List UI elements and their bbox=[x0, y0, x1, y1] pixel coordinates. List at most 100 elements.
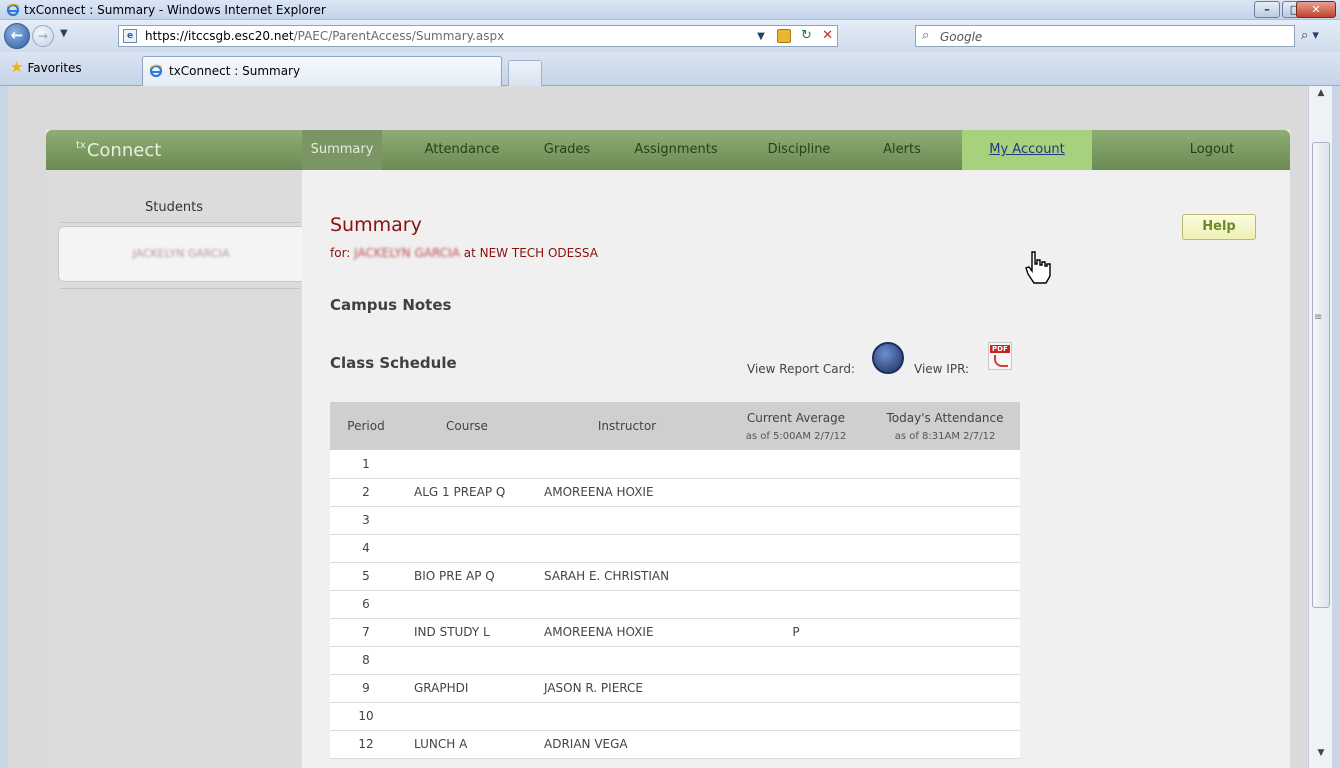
cell-period: 12 bbox=[330, 730, 402, 759]
cell-instructor: SARAH E. CHRISTIAN bbox=[532, 562, 722, 591]
nav-logout[interactable]: Logout bbox=[1172, 130, 1252, 170]
search-go-icon[interactable]: ⌕ ▾ bbox=[1301, 28, 1319, 43]
view-report-card-label: View Report Card: bbox=[747, 362, 855, 376]
url-text[interactable]: https://itccsgb.esc20.net/PAEC/ParentAcc… bbox=[145, 29, 504, 43]
cell-average bbox=[722, 646, 870, 675]
close-button[interactable]: ✕ bbox=[1296, 1, 1336, 18]
page-viewport: txConnect Summary Attendance Grades Assi… bbox=[8, 86, 1308, 768]
student-sidebar: Students JACKELYN GARCIA bbox=[46, 170, 304, 768]
header-course[interactable]: Course bbox=[402, 402, 532, 450]
cell-average bbox=[722, 534, 870, 563]
tab-ie-icon bbox=[149, 64, 163, 78]
star-icon: ★ bbox=[10, 58, 24, 76]
cell-attendance bbox=[870, 450, 1020, 479]
cell-average bbox=[722, 730, 870, 759]
cell-attendance bbox=[870, 702, 1020, 731]
address-dropdown-icon[interactable]: ▼ bbox=[757, 31, 765, 42]
header-instructor[interactable]: Instructor bbox=[532, 402, 722, 450]
page-icon: e bbox=[123, 29, 137, 43]
cell-attendance bbox=[870, 506, 1020, 535]
window-title-bar: txConnect : Summary - Windows Internet E… bbox=[0, 0, 1340, 20]
table-header-row: Period Course Instructor Current Average… bbox=[330, 402, 1020, 450]
cell-attendance bbox=[870, 646, 1020, 675]
cell-instructor bbox=[532, 450, 722, 479]
cell-attendance bbox=[870, 674, 1020, 703]
search-box[interactable]: ⌕ Google bbox=[915, 25, 1295, 47]
cell-attendance bbox=[870, 478, 1020, 507]
scroll-grip-icon: ≡ bbox=[1314, 312, 1323, 323]
view-ipr-label: View IPR: bbox=[914, 362, 970, 376]
minimize-button[interactable]: – bbox=[1254, 1, 1280, 18]
page-title: Summary bbox=[330, 214, 422, 236]
cell-period: 4 bbox=[330, 534, 402, 563]
lock-icon[interactable] bbox=[776, 28, 791, 43]
cell-average bbox=[722, 478, 870, 507]
browser-tab[interactable]: txConnect : Summary bbox=[142, 56, 502, 86]
cell-period: 9 bbox=[330, 674, 402, 703]
refresh-icon[interactable]: ↻ bbox=[801, 28, 812, 43]
divider bbox=[60, 288, 300, 289]
header-period[interactable]: Period bbox=[330, 402, 402, 450]
scroll-up-icon[interactable]: ▲ bbox=[1309, 88, 1333, 106]
help-button[interactable]: Help bbox=[1182, 214, 1256, 240]
cell-period: 1 bbox=[330, 450, 402, 479]
cell-average bbox=[722, 562, 870, 591]
table-row: 1 bbox=[330, 450, 1020, 479]
hand-cursor-icon bbox=[1025, 251, 1051, 284]
summary-content: Summary for: JACKELYN GARCIA at NEW TECH… bbox=[302, 170, 1290, 768]
cell-average: P bbox=[722, 618, 870, 647]
nav-alerts[interactable]: Alerts bbox=[862, 130, 942, 170]
table-row: 5 BIO PRE AP Q SARAH E. CHRISTIAN bbox=[330, 562, 1020, 591]
nav-summary[interactable]: Summary bbox=[302, 130, 382, 170]
scroll-down-icon[interactable]: ▼ bbox=[1309, 748, 1333, 766]
cell-period: 6 bbox=[330, 590, 402, 619]
cell-average bbox=[722, 450, 870, 479]
student-selector[interactable]: JACKELYN GARCIA bbox=[58, 226, 304, 282]
history-dropdown-icon[interactable]: ▼ bbox=[60, 28, 68, 39]
cell-course bbox=[402, 450, 532, 479]
cell-course bbox=[402, 506, 532, 535]
app-nav-bar: txConnect Summary Attendance Grades Assi… bbox=[46, 130, 1290, 170]
ie-icon bbox=[6, 3, 20, 17]
cell-average bbox=[722, 506, 870, 535]
cell-instructor bbox=[532, 534, 722, 563]
cell-period: 2 bbox=[330, 478, 402, 507]
nav-grades[interactable]: Grades bbox=[532, 130, 602, 170]
window-title: txConnect : Summary - Windows Internet E… bbox=[24, 3, 326, 17]
cell-period: 7 bbox=[330, 618, 402, 647]
cell-instructor bbox=[532, 702, 722, 731]
header-average[interactable]: Current Average as of 5:00AM 2/7/12 bbox=[722, 402, 870, 450]
new-tab-button[interactable] bbox=[508, 60, 542, 86]
cell-instructor bbox=[532, 646, 722, 675]
cell-course bbox=[402, 590, 532, 619]
nav-discipline[interactable]: Discipline bbox=[754, 130, 844, 170]
address-bar[interactable]: e https://itccsgb.esc20.net/PAEC/ParentA… bbox=[118, 25, 838, 47]
scroll-thumb[interactable] bbox=[1312, 142, 1330, 608]
table-row: 9 GRAPHDI JASON R. PIERCE bbox=[330, 674, 1020, 703]
txconnect-logo: txConnect bbox=[76, 140, 162, 161]
nav-assignments[interactable]: Assignments bbox=[626, 130, 726, 170]
favorites-bar: ★ Favorites txConnect : Summary bbox=[0, 52, 1340, 86]
pdf-icon[interactable]: PDF bbox=[988, 342, 1012, 370]
table-row: 8 bbox=[330, 646, 1020, 675]
nav-attendance[interactable]: Attendance bbox=[412, 130, 512, 170]
cell-attendance bbox=[870, 562, 1020, 591]
table-row: 6 bbox=[330, 590, 1020, 619]
search-icon: ⌕ bbox=[922, 28, 930, 43]
nav-my-account[interactable]: My Account bbox=[962, 130, 1092, 170]
cell-average bbox=[722, 590, 870, 619]
cell-course: ALG 1 PREAP Q bbox=[402, 478, 532, 507]
report-card-icon[interactable] bbox=[872, 342, 904, 374]
txconnect-app: txConnect Summary Attendance Grades Assi… bbox=[46, 130, 1290, 768]
stop-icon[interactable]: ✕ bbox=[822, 28, 833, 43]
table-row: 2 ALG 1 PREAP Q AMOREENA HOXIE bbox=[330, 478, 1020, 507]
favorites-button[interactable]: ★ Favorites bbox=[10, 58, 82, 80]
header-attendance[interactable]: Today's Attendance as of 8:31AM 2/7/12 bbox=[870, 402, 1020, 450]
forward-button[interactable]: → bbox=[32, 25, 54, 47]
table-row: 3 bbox=[330, 506, 1020, 535]
address-toolbar: ← → ▼ e https://itccsgb.esc20.net/PAEC/P… bbox=[0, 20, 1340, 52]
divider bbox=[60, 222, 300, 223]
vertical-scrollbar[interactable]: ▲ ≡ ▼ bbox=[1308, 86, 1332, 768]
back-arrow-icon: ← bbox=[10, 26, 24, 44]
back-button[interactable]: ← bbox=[4, 23, 30, 49]
